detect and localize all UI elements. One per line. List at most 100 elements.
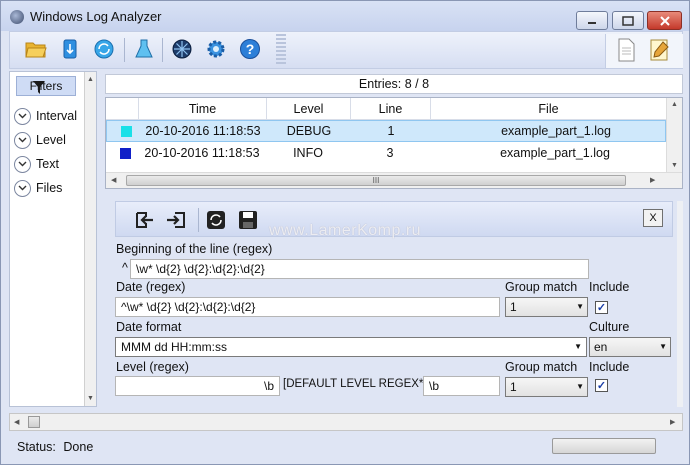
document-button[interactable] [614, 38, 638, 62]
sidebar-item-text[interactable]: Text [14, 154, 59, 174]
app-window: Windows Log Analyzer ? Filters Interval … [0, 0, 690, 465]
flask-button[interactable] [132, 37, 156, 61]
date-format-value: MMM dd HH:mm:ss [121, 340, 227, 354]
wheel-button[interactable] [170, 37, 194, 61]
help-icon: ? [240, 39, 260, 59]
level-include-label: Include [589, 360, 630, 374]
date-include-checkbox[interactable]: ✓ [595, 301, 608, 314]
refresh-button[interactable] [92, 37, 116, 61]
bottom-scrollbar[interactable]: ◀ ▶ [9, 413, 683, 431]
settings-button[interactable] [204, 37, 228, 61]
download-button[interactable] [58, 37, 82, 61]
main-toolbar: ? [9, 31, 683, 69]
checkmark-icon: ✓ [596, 380, 607, 392]
table-horizontal-scrollbar[interactable]: ◀ III ▶ [106, 172, 682, 188]
sidebar-item-files[interactable]: Files [14, 178, 62, 198]
date-group-value: 1 [510, 300, 517, 314]
table-vertical-scrollbar[interactable]: ▲ ▼ [666, 98, 682, 172]
table-row[interactable]: 20-10-2016 11:18:53 INFO 3 example_part_… [106, 143, 666, 165]
level-group-value: 1 [510, 380, 517, 394]
beginning-of-line-field[interactable]: \w* \d{2} \d{2}:\d{2}:\d{2} [130, 259, 589, 279]
reload-button[interactable] [204, 208, 228, 232]
export-button[interactable] [164, 208, 188, 232]
funnel-icon [33, 81, 45, 94]
culture-value: en [594, 340, 608, 354]
progress-bar [552, 438, 656, 454]
close-window-button[interactable] [647, 11, 682, 30]
column-header-time[interactable]: Time [138, 98, 266, 120]
scroll-right-icon: ▶ [670, 419, 676, 426]
column-header-file[interactable]: File [430, 98, 666, 120]
maximize-button[interactable] [612, 11, 644, 30]
entries-count: Entries: 8 / 8 [105, 74, 683, 94]
date-regex-field[interactable]: ^\w* \d{2} \d{2}:\d{2}:\d{2} [115, 297, 500, 317]
cell-line: 1 [387, 124, 395, 138]
table-row[interactable]: 20-10-2016 11:18:53 DEBUG 1 example_part… [106, 120, 666, 142]
cell-file: example_part_1.log [501, 124, 611, 138]
flask-icon [135, 39, 153, 58]
export-icon [167, 212, 185, 228]
beginning-of-line-label: Beginning of the line (regex) [116, 242, 273, 256]
editor-scrollbar[interactable] [677, 201, 683, 407]
sidebar-scrollbar[interactable]: ▲ ▼ [84, 72, 96, 406]
culture-label: Culture [589, 320, 630, 334]
toolbar-grip[interactable] [276, 34, 286, 66]
wheel-icon [172, 39, 192, 59]
date-format-select[interactable]: MMM dd HH:mm:ss ▼ [115, 337, 587, 357]
minimize-icon [588, 21, 596, 24]
chevron-down-icon [14, 179, 31, 197]
scroll-up-icon: ▲ [671, 101, 678, 108]
download-icon [63, 39, 77, 59]
level-regex-right-field[interactable]: \b [423, 376, 500, 396]
import-button[interactable] [132, 208, 156, 232]
sidebar-item-interval[interactable]: Interval [14, 106, 77, 126]
scroll-left-icon: ◀ [14, 419, 20, 426]
reload-icon [207, 211, 225, 229]
cell-time: 20-10-2016 11:18:53 [144, 146, 260, 160]
status-label: Status: [17, 440, 56, 454]
horizontal-scroll-thumb[interactable]: III [126, 175, 626, 186]
document-icon [618, 38, 635, 62]
include-label: Include [589, 280, 630, 294]
close-editor-button[interactable]: X [643, 209, 663, 227]
scroll-up-icon: ▲ [87, 76, 94, 83]
chevron-down-icon [14, 131, 31, 149]
scroll-down-icon: ▼ [87, 395, 94, 402]
window-title: Windows Log Analyzer [30, 9, 162, 24]
minimize-button[interactable] [576, 11, 608, 30]
column-header-line[interactable]: Line [350, 98, 430, 120]
cell-time: 20-10-2016 11:18:53 [145, 124, 261, 138]
date-regex-label: Date (regex) [116, 280, 186, 294]
dropdown-arrow-icon: ▼ [576, 302, 584, 311]
sidebar-item-label: Files [36, 181, 63, 195]
group-match-label: Group match [505, 280, 578, 294]
column-header-level[interactable]: Level [266, 98, 350, 120]
level-include-checkbox[interactable]: ✓ [595, 379, 608, 392]
maximize-icon [622, 15, 634, 26]
date-group-match-select[interactable]: 1 ▼ [505, 297, 588, 317]
watermark-text: www.LamerKomp.ru [269, 222, 422, 239]
save-button[interactable] [236, 208, 260, 232]
notepad-button[interactable] [648, 38, 672, 62]
level-group-match-label: Group match [505, 360, 578, 374]
open-folder-icon [25, 42, 47, 58]
bottom-scroll-thumb[interactable] [28, 416, 40, 428]
filters-button[interactable]: Filters [16, 76, 76, 96]
level-group-match-select[interactable]: 1 ▼ [505, 377, 588, 397]
level-regex-label: Level (regex) [116, 360, 189, 374]
level-regex-left-field[interactable]: \b [115, 376, 280, 396]
open-folder-button[interactable] [24, 37, 48, 61]
dropdown-arrow-icon: ▼ [574, 342, 582, 351]
filters-sidebar: Filters Interval Level Text Files ▲ ▼ [9, 71, 97, 407]
cell-level: INFO [293, 146, 323, 160]
right-toolbar [605, 34, 683, 68]
help-button[interactable]: ? [238, 37, 262, 61]
svg-text:?: ? [246, 41, 255, 57]
sidebar-item-label: Level [36, 133, 66, 147]
chevron-down-icon [14, 107, 31, 125]
status-value: Done [63, 440, 94, 454]
sidebar-item-label: Text [36, 157, 59, 171]
scroll-right-icon: ▶ [650, 177, 656, 184]
culture-select[interactable]: en ▼ [589, 337, 671, 357]
sidebar-item-level[interactable]: Level [14, 130, 66, 150]
